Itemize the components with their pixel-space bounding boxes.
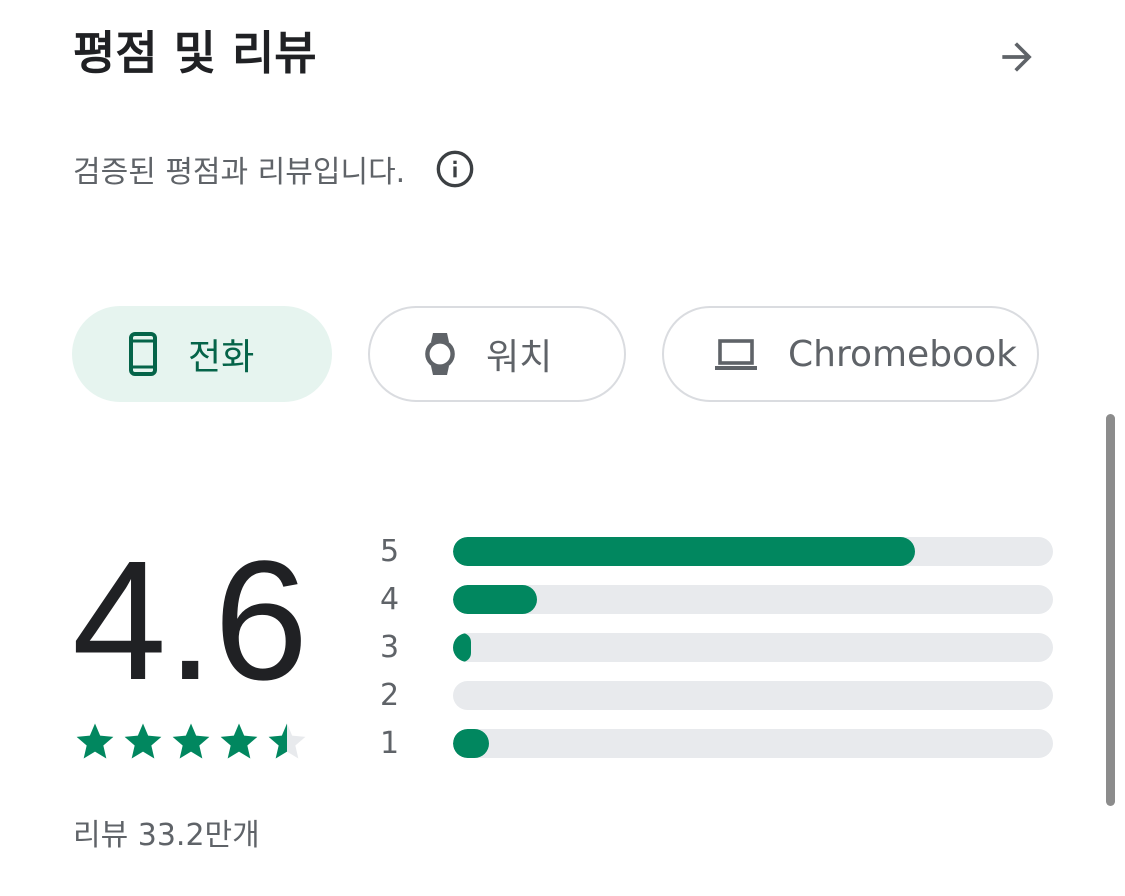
distribution-bar-4 [453,585,537,614]
distribution-row-5: 5 [380,528,1054,576]
chip-watch-label: 워치 [486,337,553,378]
laptop-icon [714,337,758,371]
distribution-bar-1 [453,729,489,758]
info-button[interactable] [433,147,477,191]
rating-distribution: 5 4 3 2 1 [380,528,1054,768]
chip-chromebook[interactable]: Chromebook [662,306,1039,402]
distribution-row-1: 1 [380,720,1054,768]
device-filter-chips: 전화 워치 Chromebook [72,306,1053,404]
phone-icon [128,332,158,376]
chip-phone[interactable]: 전화 [72,306,332,402]
star-full-icon [172,723,210,759]
chip-chromebook-label: Chromebook [788,333,1017,375]
distribution-bar-5 [453,537,915,566]
distribution-track [453,681,1053,710]
distribution-label: 5 [380,534,400,569]
arrow-right-icon [1002,42,1032,72]
section-title: 평점 및 리뷰 [73,26,317,80]
distribution-label: 3 [380,630,400,665]
distribution-track [453,729,1053,758]
watch-icon [424,331,456,377]
star-full-icon [124,723,162,759]
chip-watch[interactable]: 워치 [368,306,626,402]
star-rating [74,720,308,762]
verification-text: 검증된 평점과 리뷰입니다. [73,155,406,190]
distribution-bar-3 [453,633,471,662]
chip-phone-label: 전화 [188,337,255,378]
review-count: 리뷰 33.2만개 [73,818,260,853]
distribution-track [453,537,1053,566]
distribution-track [453,585,1053,614]
distribution-row-4: 4 [380,576,1054,624]
scrollbar[interactable] [1106,414,1115,806]
see-all-reviews-button[interactable] [990,30,1044,84]
distribution-row-3: 3 [380,624,1054,672]
star-full-icon [220,723,258,759]
distribution-track [453,633,1053,662]
average-rating: 4.6 [72,526,309,716]
distribution-label: 1 [380,726,400,761]
ratings-and-reviews-section: 평점 및 리뷰 검증된 평점과 리뷰입니다. 전화 워치 Chromebook … [0,0,1125,896]
star-half-icon [268,723,306,759]
info-icon [436,150,474,188]
verification-row: 검증된 평점과 리뷰입니다. [73,142,477,196]
distribution-label: 2 [380,678,400,713]
star-full-icon [76,723,114,759]
distribution-label: 4 [380,582,400,617]
distribution-row-2: 2 [380,672,1054,720]
